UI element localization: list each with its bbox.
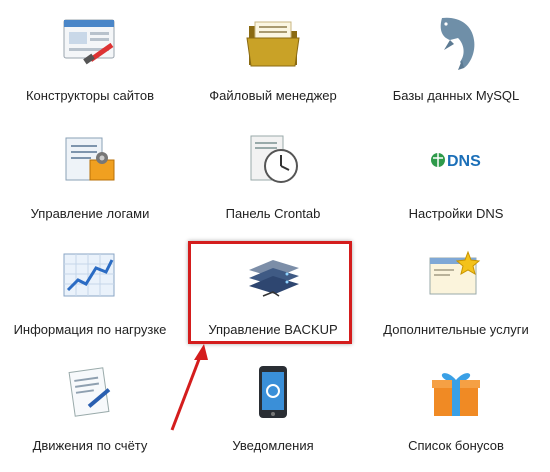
tile-bonuses[interactable]: Список бонусов [366, 356, 546, 472]
tile-website-builder[interactable]: Конструкторы сайтов [0, 6, 180, 122]
tile-label: Панель Crontab [225, 206, 321, 221]
dns-icon-text: DNS [447, 153, 481, 170]
logs-icon [58, 128, 122, 192]
mysql-dolphin-icon [424, 10, 488, 74]
tile-label: Файловый менеджер [209, 88, 337, 103]
clock-icon [241, 128, 305, 192]
tile-label: Список бонусов [408, 438, 504, 453]
gift-icon [424, 360, 488, 424]
tile-additional-services[interactable]: Дополнительные услуги [366, 240, 546, 356]
tile-load-info[interactable]: Информация по нагрузке [0, 240, 180, 356]
website-builder-icon [58, 10, 122, 74]
tile-crontab[interactable]: Панель Crontab [183, 124, 363, 240]
tile-notifications[interactable]: Уведомления [183, 356, 363, 472]
dns-icon: DNS [424, 128, 488, 192]
tile-mysql[interactable]: Базы данных MySQL [366, 6, 546, 122]
folder-icon [241, 10, 305, 74]
highlight-frame [188, 241, 352, 344]
tile-label: Информация по нагрузке [13, 322, 167, 337]
chart-icon [58, 244, 122, 308]
tile-label: Конструкторы сайтов [25, 88, 154, 103]
tile-dns[interactable]: DNS Настройки DNS [366, 124, 546, 240]
tile-label: Дополнительные услуги [383, 322, 529, 337]
tile-logs[interactable]: Управление логами [0, 124, 180, 240]
tile-file-manager[interactable]: Файловый менеджер [183, 6, 363, 122]
tile-label: Уведомления [232, 438, 314, 453]
tile-label: Базы данных MySQL [392, 88, 520, 103]
tile-label: Движения по счёту [32, 438, 148, 453]
tile-label: Настройки DNS [408, 206, 504, 221]
tile-account-movements[interactable]: Движения по счёту [0, 356, 180, 472]
smartphone-icon [241, 360, 305, 424]
document-pen-icon [58, 360, 122, 424]
tile-label: Управление логами [30, 206, 150, 221]
window-stars-icon [424, 244, 488, 308]
